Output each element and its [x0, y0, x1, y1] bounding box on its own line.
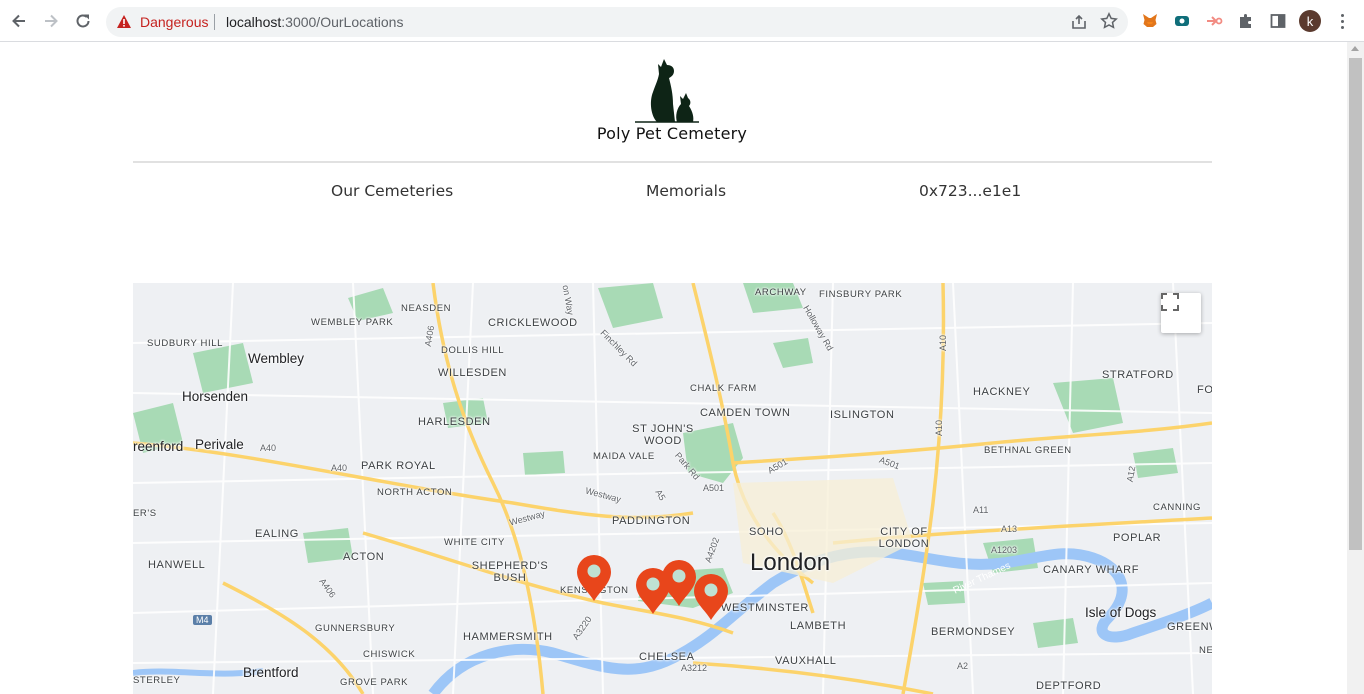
security-status-label[interactable]: Dangerous	[140, 14, 209, 30]
road-label-a10-2: A10	[934, 419, 945, 437]
map-label-willesden: WILLESDEN	[438, 367, 507, 379]
map-label-city-of-london: CITY OF LONDON	[878, 526, 930, 550]
browser-toolbar: Dangerous localhost:3000/OurLocations k	[0, 0, 1364, 42]
map-label-north-acton: NORTH ACTON	[377, 487, 453, 498]
map-label-white-city: WHITE CITY	[444, 537, 505, 548]
scrollbar-thumb[interactable]	[1349, 58, 1362, 550]
map-label-london: London	[750, 549, 831, 576]
map-label-stratford: STRATFORD	[1102, 369, 1174, 381]
map-label-wembley: Wembley	[248, 351, 305, 366]
map-label-hammersmith: HAMMERSMITH	[463, 631, 553, 643]
reload-icon[interactable]	[72, 10, 94, 32]
map-label-fo: FO	[1197, 384, 1212, 396]
map-label-archway: ARCHWAY	[755, 287, 807, 298]
url-host: localhost	[226, 14, 282, 30]
nav-our-cemeteries[interactable]: Our Cemeteries	[331, 182, 453, 200]
map-label-grove-park: GROVE PARK	[340, 677, 409, 688]
map-label-paddington: PADDINGTON	[612, 515, 691, 527]
browser-menu-icon[interactable]	[1334, 10, 1350, 32]
map-label-cricklewood: CRICKLEWOOD	[488, 317, 578, 329]
url-path: :3000/OurLocations	[281, 14, 404, 30]
side-panel-icon[interactable]	[1267, 10, 1289, 32]
fullscreen-icon	[1161, 293, 1179, 311]
map-label-canary-wharf: CANARY WHARF	[1043, 564, 1140, 576]
map-label-bethnal-green: BETHNAL GREEN	[984, 445, 1072, 456]
location-pin-marker[interactable]	[575, 554, 613, 602]
map-label-chelsea: CHELSEA	[639, 651, 695, 663]
metamask-fox-icon[interactable]	[1139, 10, 1161, 32]
map-label-isle-of-dogs: Isle of Dogs	[1085, 605, 1157, 620]
map-label-nen: NEN	[1199, 645, 1212, 656]
map-label-hanwell: HANWELL	[148, 559, 206, 571]
web-page: Poly Pet Cemetery Our Cemeteries Memoria…	[0, 42, 1347, 694]
map-label-maida-vale: MAIDA VALE	[593, 451, 655, 462]
map-label-chiswick: CHISWICK	[363, 649, 416, 660]
map-label-finsbury-park: FINSBURY PARK	[819, 289, 903, 300]
extension-eye-icon[interactable]	[1171, 10, 1193, 32]
share-icon[interactable]	[1070, 13, 1088, 36]
map-label-canning: CANNING	[1153, 502, 1202, 513]
road-label-a2: A2	[957, 661, 969, 671]
location-pin-marker[interactable]	[692, 573, 730, 621]
map-label-acton: ACTON	[343, 551, 385, 563]
cat-dog-logo-icon[interactable]	[633, 56, 699, 124]
map-label-ealing: EALING	[255, 528, 299, 540]
map-label-camden-town: CAMDEN TOWN	[700, 407, 791, 419]
map-label-perivale: Perivale	[195, 437, 244, 452]
map-label-westminster: WESTMINSTER	[721, 602, 809, 614]
header-divider	[133, 161, 1212, 163]
road-label-a13: A13	[1001, 524, 1018, 534]
map-label-poplar: POPLAR	[1113, 532, 1162, 544]
map-label-hackney: HACKNEY	[973, 386, 1031, 398]
map-label-chalk-farm: CHALK FARM	[690, 383, 757, 394]
map-label-deptford: DEPTFORD	[1036, 680, 1102, 692]
map-label-st-johns-wood: ST JOHN'S WOOD	[632, 423, 694, 447]
map-label-wembley-park: WEMBLEY PARK	[311, 317, 394, 328]
road-label-a1203: A1203	[991, 545, 1018, 555]
map-label-bermondsey: BERMONDSEY	[931, 626, 1016, 638]
map-label-sudbury-hill: SUDBURY HILL	[147, 338, 224, 349]
map-label-shepherds-bush: SHEPHERD'S BUSH	[471, 560, 549, 584]
map-label-neasden: NEASDEN	[401, 303, 452, 314]
road-label-a10: A10	[938, 334, 949, 352]
map-label-sterley: STERLEY	[133, 675, 181, 686]
site-brand-title[interactable]: Poly Pet Cemetery	[533, 124, 811, 143]
profile-avatar[interactable]: k	[1299, 10, 1321, 32]
address-bar[interactable]: Dangerous localhost:3000/OurLocations	[106, 7, 1128, 37]
map-label-harlesden: HARLESDEN	[418, 416, 491, 428]
road-label-a3212: A3212	[681, 663, 708, 673]
map-base-graphics	[133, 283, 1212, 694]
nav-wallet-address[interactable]: 0x723...e1e1	[919, 182, 1021, 200]
road-label-a40: A40	[260, 443, 277, 453]
scroll-up-icon[interactable]	[1351, 46, 1359, 51]
map-label-horsenden: Horsenden	[182, 389, 249, 404]
extension-arrow-icon[interactable]	[1203, 10, 1225, 32]
warning-icon[interactable]	[116, 14, 132, 34]
locations-map[interactable]: ARCHWAY FINSBURY PARK WEMBLEY PARK NEASD…	[133, 283, 1212, 694]
map-label-dollis-hill: DOLLIS HILL	[441, 345, 505, 356]
map-fullscreen-button[interactable]	[1161, 293, 1201, 333]
forward-icon[interactable]	[40, 10, 62, 32]
back-icon[interactable]	[8, 10, 30, 32]
road-label-a11: A11	[973, 505, 989, 515]
map-label-soho: SOHO	[749, 526, 784, 538]
map-label-ers: ER'S	[133, 508, 157, 519]
map-label-brentford: Brentford	[243, 665, 299, 680]
map-label-islington: ISLINGTON	[830, 409, 895, 421]
map-label-lambeth: LAMBETH	[790, 620, 847, 632]
nav-memorials[interactable]: Memorials	[646, 182, 726, 200]
extensions-puzzle-icon[interactable]	[1235, 10, 1257, 32]
map-label-gunnersbury: GUNNERSBURY	[315, 623, 396, 634]
road-label-a40-2: A40	[331, 463, 348, 473]
page-scrollbar[interactable]	[1347, 42, 1364, 694]
road-label-m4: M4	[193, 615, 212, 625]
road-label-a501: A501	[703, 483, 725, 493]
url-text[interactable]: localhost:3000/OurLocations	[226, 14, 403, 30]
map-label-greenford: reenford	[133, 439, 184, 454]
omnibox-divider	[214, 14, 215, 30]
bookmark-star-icon[interactable]	[1100, 12, 1118, 35]
map-label-park-royal: PARK ROYAL	[361, 460, 436, 472]
map-label-vauxhall: VAUXHALL	[775, 655, 837, 667]
map-label-greenwich: GREENWI	[1167, 621, 1212, 633]
